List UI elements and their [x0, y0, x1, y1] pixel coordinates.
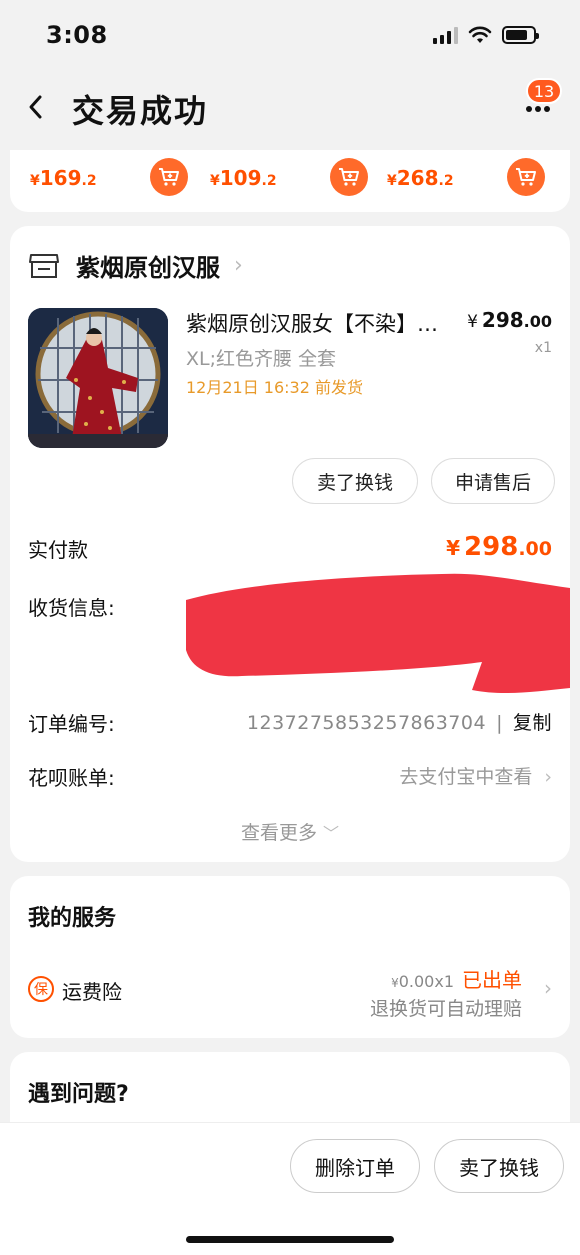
- ship-time: 12月21日 16:32 前发货: [186, 378, 364, 397]
- status-bar: 3:08: [0, 0, 580, 70]
- after-sale-button[interactable]: 申请售后: [431, 458, 555, 504]
- signal-icon: [433, 26, 458, 44]
- shop-name: 紫烟原创汉服: [76, 254, 220, 282]
- insurance-shield-icon: 保: [28, 976, 54, 1002]
- product-image[interactable]: [28, 308, 168, 448]
- order-number: 1237275853257863704: [246, 712, 487, 734]
- paid-amount-label: 实付款: [28, 538, 88, 562]
- shipping-info-label: 收货信息:: [28, 596, 115, 620]
- status-icons: [433, 26, 539, 44]
- sell-item-button[interactable]: 卖了换钱: [292, 458, 418, 504]
- services-title: 我的服务: [28, 906, 117, 931]
- recommendation-price: ¥109.2: [210, 166, 277, 190]
- home-indicator[interactable]: [186, 1236, 394, 1243]
- huabei-bill-label: 花呗账单:: [28, 766, 115, 790]
- back-arrow-icon[interactable]: [24, 92, 48, 122]
- recommendation-strip: ¥169.2 ¥109.2 ¥268.2: [10, 150, 570, 212]
- insurance-price: ¥0.00x1 已出单: [391, 968, 522, 992]
- add-to-cart-button[interactable]: [330, 158, 368, 196]
- more-dots-icon: [526, 106, 550, 112]
- copy-order-number-button[interactable]: 复制: [513, 712, 552, 734]
- more-menu-button[interactable]: 13: [520, 78, 562, 132]
- help-title: 遇到问题?: [28, 1082, 129, 1107]
- status-time: 3:08: [46, 21, 108, 49]
- chevron-right-icon[interactable]: ›: [544, 976, 552, 1000]
- cart-icon: [516, 168, 536, 186]
- product-sku: XL;红色齐腰 全套: [186, 348, 337, 370]
- my-services-card: 我的服务 保 运费险 ¥0.00x1 已出单 退换货可自动理赔 ›: [10, 876, 570, 1038]
- recommendation-price: ¥169.2: [30, 166, 97, 190]
- order-number-row: 1237275853257863704 | 复制: [247, 708, 552, 735]
- nav-bar: 交易成功 13: [0, 70, 580, 150]
- product-title[interactable]: 紫烟原创汉服女【不染】…: [186, 308, 460, 338]
- recommendation-price: ¥268.2: [387, 166, 454, 190]
- order-number-label: 订单编号:: [28, 712, 115, 736]
- add-to-cart-button[interactable]: [150, 158, 188, 196]
- cart-icon: [339, 168, 359, 186]
- recommendation-item[interactable]: ¥268.2: [367, 158, 545, 198]
- product-price: ¥298.00: [467, 308, 552, 332]
- cart-icon: [159, 168, 179, 186]
- shipping-insurance-name[interactable]: 运费险: [62, 976, 122, 1005]
- see-more-button[interactable]: 查看更多 ﹀: [10, 818, 570, 845]
- sell-for-cash-button[interactable]: 卖了换钱: [434, 1139, 564, 1193]
- insurance-status: 已出单: [462, 968, 522, 992]
- bottom-action-bar: 删除订单 卖了换钱: [0, 1122, 580, 1255]
- shop-header[interactable]: 紫烟原创汉服 ›: [28, 248, 243, 283]
- shop-icon: [29, 253, 59, 278]
- order-card: 紫烟原创汉服 › 紫烟原创汉服女【不染】… ¥298.00 x1 XL;红色齐腰…: [10, 226, 570, 862]
- view-in-alipay-link[interactable]: 去支付宝中查看 ›: [399, 762, 552, 789]
- wifi-icon: [468, 26, 492, 43]
- product-photo: [28, 308, 168, 448]
- chevron-down-icon: ﹀: [323, 824, 340, 843]
- order-number-separator: |: [496, 712, 503, 734]
- insurance-subtitle: 退换货可自动理赔: [369, 998, 522, 1020]
- add-to-cart-button[interactable]: [507, 158, 545, 196]
- delete-order-button[interactable]: 删除订单: [290, 1139, 420, 1193]
- product-quantity: x1: [534, 340, 552, 356]
- paid-amount: ¥298.00: [446, 532, 552, 562]
- page-title: 交易成功: [72, 92, 209, 130]
- chevron-right-icon: ›: [234, 253, 243, 278]
- battery-icon: [502, 26, 539, 44]
- redaction-scribble: [186, 573, 570, 694]
- message-count-badge: 13: [526, 78, 562, 104]
- recommendation-item[interactable]: ¥169.2: [10, 158, 188, 198]
- recommendation-item[interactable]: ¥109.2: [190, 158, 368, 198]
- chevron-right-icon: ›: [544, 766, 552, 788]
